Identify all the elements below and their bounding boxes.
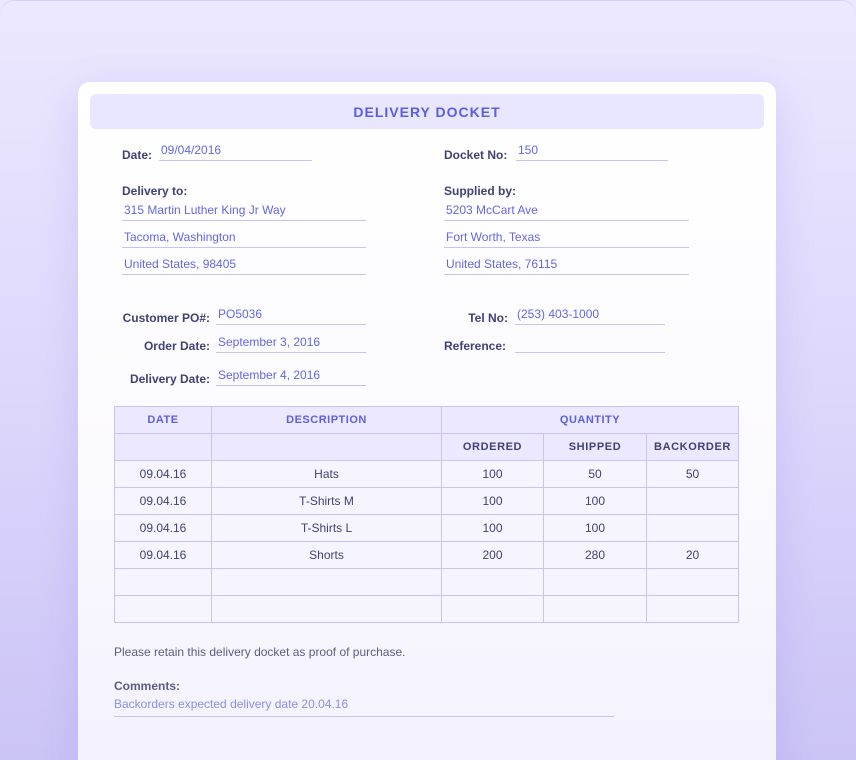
cell-ordered[interactable]: 200: [441, 541, 544, 569]
cell-date[interactable]: 09.04.16: [114, 541, 212, 569]
docket-no-field[interactable]: 150: [516, 143, 668, 161]
date-field[interactable]: 09/04/2016: [159, 143, 312, 161]
delivery-date-field[interactable]: September 4, 2016: [216, 368, 366, 386]
cell-date[interactable]: 09.04.16: [114, 514, 212, 542]
supplied-by-line-2[interactable]: Fort Worth, Texas: [444, 230, 689, 248]
cell-backorder[interactable]: [645, 487, 740, 515]
cell-backorder[interactable]: [645, 595, 740, 623]
subheader-empty-date: [114, 433, 212, 461]
supplied-by-label: Supplied by:: [444, 184, 516, 198]
cell-description[interactable]: Hats: [211, 460, 442, 488]
delivery-date-label: Delivery Date:: [129, 372, 210, 386]
cell-shipped[interactable]: 100: [543, 514, 647, 542]
table-row: 09.04.16 T-Shirts L 100 100: [114, 514, 740, 542]
table-row: 09.04.16 Hats 100 50 50: [114, 460, 740, 488]
reference-field[interactable]: [515, 335, 665, 353]
cell-backorder[interactable]: 50: [645, 460, 740, 488]
cell-backorder[interactable]: [645, 514, 740, 542]
comments-field[interactable]: Backorders expected delivery date 20.04.…: [114, 697, 614, 717]
retain-note: Please retain this delivery docket as pr…: [114, 645, 406, 659]
cell-description[interactable]: T-Shirts L: [211, 514, 442, 542]
cell-shipped[interactable]: 50: [543, 460, 647, 488]
docket-no-label: Docket No:: [444, 148, 508, 162]
items-table: DATE DESCRIPTION QUANTITY ORDERED SHIPPE…: [114, 406, 740, 623]
cell-ordered[interactable]: [441, 595, 544, 623]
table-row: 09.04.16 Shorts 200 280 20: [114, 541, 740, 569]
cell-shipped[interactable]: [543, 568, 647, 596]
delivery-docket-card: DELIVERY DOCKET Date: 09/04/2016 Docket …: [78, 82, 776, 760]
customer-po-label: Customer PO#:: [122, 311, 210, 325]
delivery-to-line-3[interactable]: United States, 98405: [122, 257, 366, 275]
order-date-field[interactable]: September 3, 2016: [216, 335, 366, 353]
cell-ordered[interactable]: 100: [441, 460, 544, 488]
cell-ordered[interactable]: 100: [441, 487, 544, 515]
subheader-empty-description: [211, 433, 442, 461]
col-header-shipped: SHIPPED: [543, 433, 647, 461]
cell-backorder[interactable]: [645, 568, 740, 596]
cell-description[interactable]: Shorts: [211, 541, 442, 569]
tel-no-label: Tel No:: [468, 311, 508, 325]
cell-description[interactable]: T-Shirts M: [211, 487, 442, 515]
cell-shipped[interactable]: 100: [543, 487, 647, 515]
supplied-by-line-3[interactable]: United States, 76115: [444, 257, 689, 275]
order-date-label: Order Date:: [143, 339, 210, 353]
table-row: 09.04.16 T-Shirts M 100 100: [114, 487, 740, 515]
cell-ordered[interactable]: [441, 568, 544, 596]
col-header-description: DESCRIPTION: [211, 406, 442, 434]
tel-no-field[interactable]: (253) 403-1000: [515, 307, 665, 325]
col-header-backorder: BACKORDER: [645, 433, 740, 461]
cell-date[interactable]: [114, 595, 212, 623]
delivery-to-label: Delivery to:: [122, 184, 188, 198]
cell-shipped[interactable]: [543, 595, 647, 623]
cell-description[interactable]: [211, 568, 442, 596]
cell-shipped[interactable]: 280: [543, 541, 647, 569]
cell-description[interactable]: [211, 595, 442, 623]
docket-title: DELIVERY DOCKET: [90, 94, 764, 129]
col-header-date: DATE: [114, 406, 212, 434]
date-label: Date:: [122, 148, 153, 162]
reference-label: Reference:: [444, 339, 507, 353]
cell-date[interactable]: [114, 568, 212, 596]
delivery-to-line-1[interactable]: 315 Martin Luther King Jr Way: [122, 203, 366, 221]
table-subheader-row: ORDERED SHIPPED BACKORDER: [114, 433, 740, 461]
cell-ordered[interactable]: 100: [441, 514, 544, 542]
supplied-by-line-1[interactable]: 5203 McCart Ave: [444, 203, 689, 221]
customer-po-field[interactable]: PO5036: [216, 307, 366, 325]
cell-backorder[interactable]: 20: [645, 541, 740, 569]
table-row: [114, 568, 740, 596]
cell-date[interactable]: 09.04.16: [114, 487, 212, 515]
col-header-ordered: ORDERED: [441, 433, 544, 461]
comments-label: Comments:: [114, 679, 181, 693]
table-header-row: DATE DESCRIPTION QUANTITY: [114, 406, 740, 434]
cell-date[interactable]: 09.04.16: [114, 460, 212, 488]
col-header-quantity: QUANTITY: [440, 406, 740, 434]
delivery-to-line-2[interactable]: Tacoma, Washington: [122, 230, 366, 248]
table-row: [114, 595, 740, 623]
